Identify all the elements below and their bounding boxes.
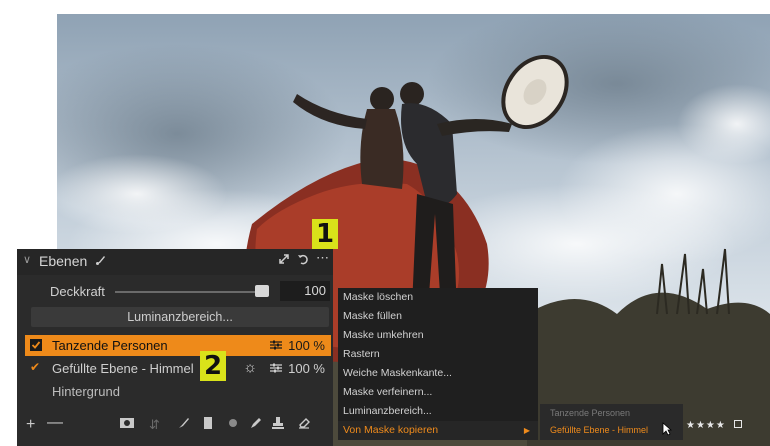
radial-tool-icon[interactable] <box>227 416 239 435</box>
opacity-label: Deckkraft <box>50 284 105 299</box>
menu-item-mask-invert[interactable]: Maske umkehren <box>343 326 533 345</box>
opacity-slider-handle[interactable] <box>255 285 269 297</box>
square-icon[interactable] <box>733 420 742 428</box>
adjustments-icon[interactable] <box>269 339 283 354</box>
layers-toolbar: + — ⇵ <box>17 411 333 441</box>
layer-row-hintergrund[interactable]: Hintergrund <box>25 381 331 402</box>
layer-name: Tanzende Personen <box>52 338 168 353</box>
menu-item-mask-fill[interactable]: Maske füllen <box>343 307 533 326</box>
header-icons: ⋯ <box>278 251 329 268</box>
panel-title: Ebenen <box>39 253 88 269</box>
gradient-tool-icon[interactable] <box>203 416 213 435</box>
adjust-icon[interactable]: ⇵ <box>149 417 160 433</box>
layers-panel-header[interactable]: ∨ Ebenen ⋯ <box>17 249 333 275</box>
adjustments-icon[interactable] <box>269 362 283 377</box>
layer-row-tanzende-personen[interactable]: Tanzende Personen 100 % <box>25 335 331 356</box>
layers-panel: ∨ Ebenen ⋯ Deckkraft 100 Luminanzbereich… <box>17 249 333 446</box>
remove-layer-icon[interactable]: — <box>47 414 63 432</box>
reset-icon[interactable] <box>297 253 309 268</box>
expand-icon[interactable] <box>278 253 290 268</box>
menu-item-rasterize[interactable]: Rastern <box>343 345 533 364</box>
mask-context-menu: Maske löschen Maske füllen Maske umkehre… <box>338 288 538 440</box>
menu-item-refine-mask[interactable]: Maske verfeinern... <box>343 383 533 402</box>
copy-from-mask-submenu: Tanzende Personen Gefüllte Ebene - Himme… <box>540 404 683 440</box>
submenu-item-tanzende-personen[interactable]: Tanzende Personen <box>550 408 630 418</box>
stamp-tool-icon[interactable] <box>271 416 285 435</box>
chevron-down-icon[interactable]: ∨ <box>23 253 31 266</box>
menu-item-copy-from-mask[interactable]: Von Maske kopieren ▶ <box>338 421 538 440</box>
checkmark-icon[interactable]: ✔ <box>30 360 42 374</box>
pen-tool-icon[interactable] <box>249 416 263 435</box>
menu-item-mask-delete[interactable]: Maske löschen <box>343 288 533 307</box>
opacity-row: Deckkraft 100 <box>17 281 333 303</box>
menu-item-feather-mask[interactable]: Weiche Maskenkante... <box>343 364 533 383</box>
callout-2: 2 <box>200 351 226 381</box>
brush-icon[interactable] <box>95 254 107 269</box>
add-layer-icon[interactable]: + <box>26 416 35 434</box>
sun-icon[interactable]: ☼ <box>243 359 257 376</box>
mask-icon[interactable] <box>119 416 135 435</box>
submenu-arrow-icon: ▶ <box>523 426 530 435</box>
eraser-tool-icon[interactable] <box>297 416 311 435</box>
opacity-value-field[interactable]: 100 <box>280 281 330 301</box>
rating-stars[interactable]: ★★★★ <box>686 420 742 431</box>
menu-item-luminance-range[interactable]: Luminanzbereich... <box>343 402 533 421</box>
menu-item-label: Von Maske kopieren <box>343 424 439 436</box>
layer-opacity: 100 % <box>288 338 325 353</box>
brush-tool-icon[interactable] <box>177 416 191 435</box>
submenu-item-gefuellte-ebene-himmel[interactable]: Gefüllte Ebene - Himmel <box>550 425 648 435</box>
layer-opacity: 100 % <box>288 361 325 376</box>
more-options-icon[interactable]: ⋯ <box>316 251 329 268</box>
opacity-slider[interactable] <box>115 291 265 293</box>
luminance-range-button[interactable]: Luminanzbereich... <box>31 307 329 327</box>
mouse-cursor-icon <box>662 422 672 436</box>
rating-value: ★★★★ <box>686 420 726 431</box>
layer-name: Gefüllte Ebene - Himmel <box>52 361 194 376</box>
layer-name: Hintergrund <box>52 384 120 399</box>
callout-1: 1 <box>312 219 338 249</box>
layer-checkbox[interactable] <box>30 339 42 351</box>
layer-row-gefuellte-ebene-himmel[interactable]: ✔ Gefüllte Ebene - Himmel ☼ 100 % <box>25 358 331 379</box>
